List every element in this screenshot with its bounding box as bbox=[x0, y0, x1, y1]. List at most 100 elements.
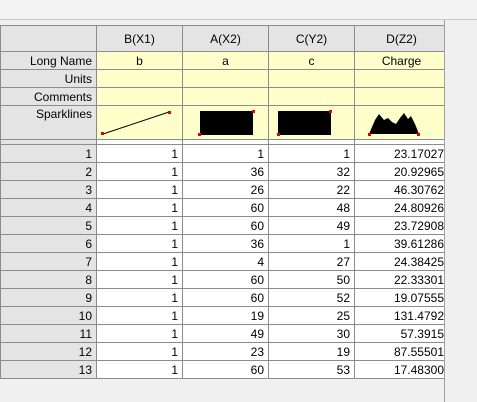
cell-b[interactable]: 1 bbox=[96, 162, 183, 181]
cell-a[interactable]: 60 bbox=[182, 288, 269, 307]
cell-d[interactable]: 39.61286 bbox=[354, 234, 449, 253]
table-row: 12 1 23 19 87.55501 bbox=[0, 342, 449, 361]
sparkline-cell-b[interactable] bbox=[96, 105, 183, 140]
comments-cell-a[interactable] bbox=[182, 87, 269, 106]
column-header-row: B(X1) A(X2) C(Y2) D(Z2) bbox=[0, 25, 449, 52]
cell-b[interactable]: 1 bbox=[96, 216, 183, 235]
comments-cell-c[interactable] bbox=[268, 87, 355, 106]
cell-c[interactable]: 1 bbox=[268, 234, 355, 253]
worksheet-grid[interactable]: B(X1) A(X2) C(Y2) D(Z2) Long Name b a c … bbox=[0, 25, 449, 379]
cell-d[interactable]: 24.38425 bbox=[354, 252, 449, 271]
row-number-header[interactable]: 3 bbox=[0, 180, 97, 199]
cell-c[interactable]: 48 bbox=[268, 198, 355, 217]
cell-c[interactable]: 32 bbox=[268, 162, 355, 181]
cell-b[interactable]: 1 bbox=[96, 360, 183, 379]
long-name-cell-b[interactable]: b bbox=[96, 51, 183, 70]
cell-a[interactable]: 49 bbox=[182, 324, 269, 343]
cell-d[interactable]: 20.92965 bbox=[354, 162, 449, 181]
cell-a[interactable]: 1 bbox=[182, 144, 269, 163]
units-cell-a[interactable] bbox=[182, 69, 269, 88]
cell-c[interactable]: 49 bbox=[268, 216, 355, 235]
sparkline-c-graph bbox=[277, 110, 332, 136]
row-number-header[interactable]: 5 bbox=[0, 216, 97, 235]
row-number-header[interactable]: 12 bbox=[0, 342, 97, 361]
cell-b[interactable]: 1 bbox=[96, 306, 183, 325]
cell-a[interactable]: 36 bbox=[182, 234, 269, 253]
cell-a[interactable]: 4 bbox=[182, 252, 269, 271]
table-row: 10 1 19 25 131.4792 bbox=[0, 306, 449, 325]
cell-b[interactable]: 1 bbox=[96, 324, 183, 343]
cell-a[interactable]: 60 bbox=[182, 360, 269, 379]
sparkline-b-graph bbox=[101, 111, 171, 135]
cell-d[interactable]: 57.3915 bbox=[354, 324, 449, 343]
row-number-header[interactable]: 10 bbox=[0, 306, 97, 325]
cell-c[interactable]: 50 bbox=[268, 270, 355, 289]
sparkline-b-start-point bbox=[101, 132, 104, 135]
cell-d[interactable]: 23.72908 bbox=[354, 216, 449, 235]
cell-c[interactable]: 27 bbox=[268, 252, 355, 271]
units-cell-d[interactable] bbox=[354, 69, 449, 88]
cell-d[interactable]: 19.07555 bbox=[354, 288, 449, 307]
comments-row: Comments bbox=[0, 87, 449, 106]
cell-d[interactable]: 131.4792 bbox=[354, 306, 449, 325]
cell-b[interactable]: 1 bbox=[96, 234, 183, 253]
cell-a[interactable]: 36 bbox=[182, 162, 269, 181]
row-number-header[interactable]: 7 bbox=[0, 252, 97, 271]
comments-cell-d[interactable] bbox=[354, 87, 449, 106]
units-cell-c[interactable] bbox=[268, 69, 355, 88]
cell-a[interactable]: 60 bbox=[182, 216, 269, 235]
row-number-header[interactable]: 13 bbox=[0, 360, 97, 379]
sparkline-cell-c[interactable] bbox=[268, 105, 355, 140]
row-number-header[interactable]: 6 bbox=[0, 234, 97, 253]
cell-b[interactable]: 1 bbox=[96, 180, 183, 199]
data-rows: 1 1 1 1 23.17027 2 1 36 32 20.92965 3 1 26 22 46.30762… bbox=[0, 144, 449, 379]
cell-a[interactable]: 60 bbox=[182, 198, 269, 217]
cell-d[interactable]: 23.17027 bbox=[354, 144, 449, 163]
cell-c[interactable]: 1 bbox=[268, 144, 355, 163]
cell-d[interactable]: 87.55501 bbox=[354, 342, 449, 361]
column-header-c[interactable]: C(Y2) bbox=[268, 25, 355, 52]
row-number-header[interactable]: 2 bbox=[0, 162, 97, 181]
row-number-header[interactable]: 9 bbox=[0, 288, 97, 307]
cell-b[interactable]: 1 bbox=[96, 198, 183, 217]
units-cell-b[interactable] bbox=[96, 69, 183, 88]
cell-a[interactable]: 19 bbox=[182, 306, 269, 325]
cell-b[interactable]: 1 bbox=[96, 252, 183, 271]
cell-c[interactable]: 53 bbox=[268, 360, 355, 379]
cell-a[interactable]: 60 bbox=[182, 270, 269, 289]
long-name-cell-d[interactable]: Charge bbox=[354, 51, 449, 70]
column-header-d[interactable]: D(Z2) bbox=[354, 25, 449, 52]
cell-b[interactable]: 1 bbox=[96, 144, 183, 163]
cell-b[interactable]: 1 bbox=[96, 342, 183, 361]
comments-cell-b[interactable] bbox=[96, 87, 183, 106]
cell-c[interactable]: 25 bbox=[268, 306, 355, 325]
cell-c[interactable]: 52 bbox=[268, 288, 355, 307]
cell-a[interactable]: 23 bbox=[182, 342, 269, 361]
cell-b[interactable]: 1 bbox=[96, 270, 183, 289]
comments-label: Comments bbox=[0, 87, 97, 106]
sparkline-a-graph bbox=[198, 110, 255, 136]
row-number-header[interactable]: 4 bbox=[0, 198, 97, 217]
cell-c[interactable]: 19 bbox=[268, 342, 355, 361]
sparkline-cell-a[interactable] bbox=[182, 105, 269, 140]
row-number-header[interactable]: 1 bbox=[0, 144, 97, 163]
cell-d[interactable]: 17.48300 bbox=[354, 360, 449, 379]
long-name-cell-a[interactable]: a bbox=[182, 51, 269, 70]
cell-c[interactable]: 30 bbox=[268, 324, 355, 343]
cell-d[interactable]: 24.80926 bbox=[354, 198, 449, 217]
row-number-header[interactable]: 8 bbox=[0, 270, 97, 289]
column-header-b[interactable]: B(X1) bbox=[96, 25, 183, 52]
sparkline-c-area bbox=[278, 111, 331, 135]
cell-a[interactable]: 26 bbox=[182, 180, 269, 199]
table-row: 2 1 36 32 20.92965 bbox=[0, 162, 449, 181]
row-number-header[interactable]: 11 bbox=[0, 324, 97, 343]
cell-d[interactable]: 22.33301 bbox=[354, 270, 449, 289]
cell-c[interactable]: 22 bbox=[268, 180, 355, 199]
units-label: Units bbox=[0, 69, 97, 88]
sparkline-cell-d[interactable] bbox=[354, 105, 449, 140]
long-name-cell-c[interactable]: c bbox=[268, 51, 355, 70]
cell-d[interactable]: 46.30762 bbox=[354, 180, 449, 199]
cell-b[interactable]: 1 bbox=[96, 288, 183, 307]
column-header-a[interactable]: A(X2) bbox=[182, 25, 269, 52]
select-all-corner[interactable] bbox=[0, 25, 97, 52]
